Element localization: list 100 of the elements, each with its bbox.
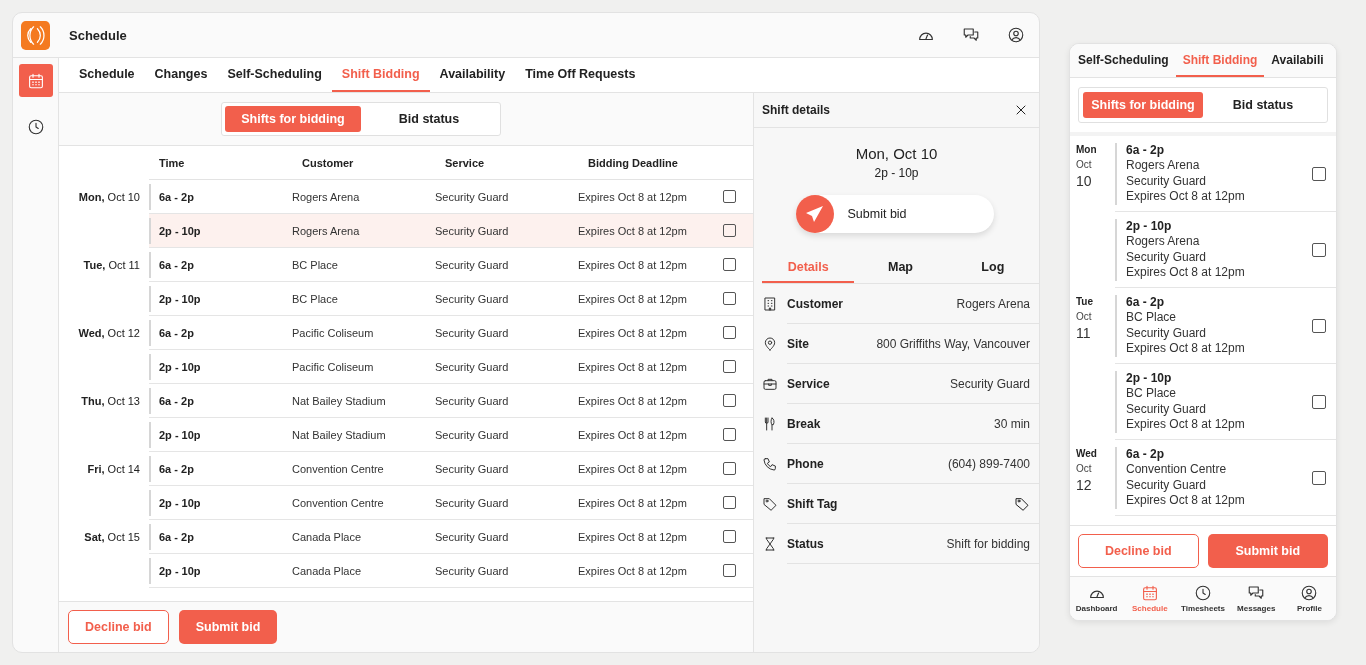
shift-row[interactable]: 6a - 2p BC Place Security Guard Expires Oct 8 at 12pm bbox=[149, 248, 753, 282]
field-value: Rogers Arena bbox=[956, 296, 1030, 311]
shift-card[interactable]: 6a - 2p Convention Centre Security Guard Expires Oct 8 at 12pm bbox=[1115, 440, 1336, 516]
date-label: Fri, Oct 14 bbox=[87, 463, 140, 475]
clock-icon bbox=[1194, 584, 1212, 602]
checkbox[interactable] bbox=[723, 462, 736, 475]
service-cell-text: Security Guard bbox=[435, 360, 510, 373]
user-icon bbox=[1300, 584, 1319, 602]
checkbox[interactable] bbox=[723, 224, 736, 237]
checkbox[interactable] bbox=[723, 530, 736, 543]
month-label: Oct bbox=[1076, 311, 1093, 322]
deadline-text: Expires Oct 8 at 12pm bbox=[1126, 265, 1246, 281]
checkbox[interactable] bbox=[723, 190, 736, 203]
segment-button[interactable]: Bid status bbox=[1203, 92, 1323, 118]
time-cell: 6a - 2p bbox=[149, 523, 292, 550]
shift-card[interactable]: 6a - 2p Rogers Arena Security Guard Expires Oct 8 at 12pm bbox=[1115, 136, 1336, 212]
time-cell: 2p - 10p bbox=[149, 557, 292, 584]
field-label: Break bbox=[787, 416, 821, 431]
tab[interactable]: Map bbox=[854, 253, 947, 283]
checkbox[interactable] bbox=[723, 326, 736, 339]
day-number: 12 bbox=[1076, 477, 1093, 493]
shift-row[interactable]: 2p - 10p Canada Place Security Guard Expires Oct 8 at 12pm bbox=[149, 554, 753, 588]
service-cell-text: Security Guard bbox=[435, 394, 510, 407]
tab[interactable]: Changes bbox=[144, 58, 218, 92]
checkbox[interactable] bbox=[723, 292, 736, 305]
nav-item[interactable]: Timesheets bbox=[1176, 577, 1230, 620]
date-label: Tue, Oct 11 bbox=[83, 259, 140, 271]
tag-icon[interactable] bbox=[1014, 495, 1030, 512]
map-pin-icon bbox=[762, 336, 778, 352]
nav-item[interactable]: Dashboard bbox=[1070, 577, 1124, 620]
tab[interactable]: Self-Scheduling bbox=[217, 58, 332, 92]
deadline-cell-text: Expires Oct 8 at 12pm bbox=[578, 292, 688, 305]
date-label: Sat, Oct 15 bbox=[84, 531, 140, 543]
tab[interactable]: Availabili bbox=[1264, 44, 1331, 77]
fork-knife-icon bbox=[762, 416, 778, 432]
checkbox[interactable] bbox=[723, 258, 736, 271]
checkbox[interactable] bbox=[1312, 470, 1326, 485]
customer-name: Rogers Arena bbox=[1126, 158, 1201, 174]
submit-bid-button[interactable]: Submit bid bbox=[795, 195, 994, 233]
checkbox[interactable] bbox=[1312, 394, 1326, 409]
customer-cell-text: Pacific Coliseum bbox=[292, 360, 375, 373]
chat-icon[interactable] bbox=[962, 26, 980, 44]
shift-row[interactable]: 2p - 10p Rogers Arena Security Guard Expires Oct 8 at 12pm bbox=[149, 214, 753, 248]
checkbox[interactable] bbox=[723, 360, 736, 373]
customer-cell-text: Nat Bailey Stadium bbox=[292, 428, 387, 441]
shift-card[interactable]: 6a - 2p BC Place Security Guard Expires Oct 8 at 12pm bbox=[1115, 288, 1336, 364]
time-cell: 2p - 10p bbox=[149, 421, 292, 448]
tab[interactable]: Availability bbox=[429, 58, 516, 92]
checkbox[interactable] bbox=[723, 564, 736, 577]
time-cell: 6a - 2p bbox=[149, 455, 292, 482]
nav-item[interactable]: Profile bbox=[1282, 577, 1336, 620]
shift-row[interactable]: 2p - 10p Pacific Coliseum Security Guard Expires Oct 8 at 12pm bbox=[149, 350, 753, 384]
customer-cell-text: Canada Place bbox=[292, 564, 363, 577]
field-value: Shift for bidding bbox=[946, 536, 1030, 551]
customer-cell-text: Nat Bailey Stadium bbox=[292, 394, 387, 407]
tab[interactable]: Log bbox=[946, 253, 1039, 283]
deadline-cell-text: Expires Oct 8 at 12pm bbox=[578, 496, 688, 509]
field-label: Status bbox=[787, 536, 824, 551]
service-cell-text: Security Guard bbox=[435, 224, 510, 237]
checkbox[interactable] bbox=[1312, 166, 1326, 181]
shift-row[interactable]: 2p - 10p Nat Bailey Stadium Security Guard Expires Oct 8 at 12pm bbox=[149, 418, 753, 452]
building-icon bbox=[762, 296, 778, 312]
calendar-icon bbox=[26, 71, 45, 90]
tab[interactable]: Self-Scheduling bbox=[1071, 44, 1176, 77]
field-value: Security Guard bbox=[949, 376, 1030, 391]
checkbox[interactable] bbox=[723, 496, 736, 509]
checkbox[interactable] bbox=[723, 428, 736, 441]
deadline-cell-text: Expires Oct 8 at 12pm bbox=[578, 224, 688, 237]
tab[interactable]: Schedule bbox=[69, 58, 145, 92]
sidebar-item[interactable] bbox=[18, 64, 53, 97]
checkbox[interactable] bbox=[1312, 242, 1326, 257]
time-cell: 6a - 2p bbox=[149, 387, 292, 414]
service-name: Security Guard bbox=[1126, 477, 1208, 493]
shift-row[interactable]: 2p - 10p BC Place Security Guard Expires Oct 8 at 12pm bbox=[149, 282, 753, 316]
shift-row[interactable]: 6a - 2p Nat Bailey Stadium Security Guard Expires Oct 8 at 12pm bbox=[149, 384, 753, 418]
service-cell-text: Security Guard bbox=[435, 530, 510, 543]
send-icon bbox=[795, 195, 834, 233]
nav-item[interactable]: Messages bbox=[1229, 577, 1283, 620]
deadline-cell-text: Expires Oct 8 at 12pm bbox=[578, 564, 688, 577]
column-header: Customer bbox=[302, 156, 355, 169]
user-icon[interactable] bbox=[1007, 26, 1025, 44]
service-name: Security Guard bbox=[1126, 173, 1208, 189]
service-name: Security Guard bbox=[1126, 401, 1208, 417]
logo-icon bbox=[21, 20, 50, 50]
phone-icon bbox=[762, 456, 778, 472]
customer-name: Rogers Arena bbox=[1126, 234, 1201, 250]
deadline-cell-text: Expires Oct 8 at 12pm bbox=[578, 258, 688, 271]
segment-button[interactable]: Bid status bbox=[361, 106, 497, 132]
tab[interactable]: Time Off Requests bbox=[515, 58, 646, 92]
checkbox[interactable] bbox=[1312, 318, 1326, 333]
deadline-cell-text: Expires Oct 8 at 12pm bbox=[578, 360, 688, 373]
shift-row[interactable]: 6a - 2p Canada Place Security Guard Expires Oct 8 at 12pm bbox=[149, 520, 753, 554]
field-label: Site bbox=[787, 336, 809, 351]
shift-row[interactable]: 6a - 2p Convention Centre Security Guard Expires Oct 8 at 12pm bbox=[149, 452, 753, 486]
shift-row[interactable]: 6a - 2p Pacific Coliseum Security Guard Expires Oct 8 at 12pm bbox=[149, 316, 753, 350]
checkbox[interactable] bbox=[723, 394, 736, 407]
shift-card[interactable]: 2p - 10p BC Place Security Guard Expires Oct 8 at 12pm bbox=[1115, 364, 1336, 440]
service-cell-text: Security Guard bbox=[435, 564, 510, 577]
shift-card[interactable]: 2p - 10p Rogers Arena Security Guard Expires Oct 8 at 12pm bbox=[1115, 212, 1336, 288]
shift-row[interactable]: 2p - 10p Convention Centre Security Guard Expires Oct 8 at 12pm bbox=[149, 486, 753, 520]
